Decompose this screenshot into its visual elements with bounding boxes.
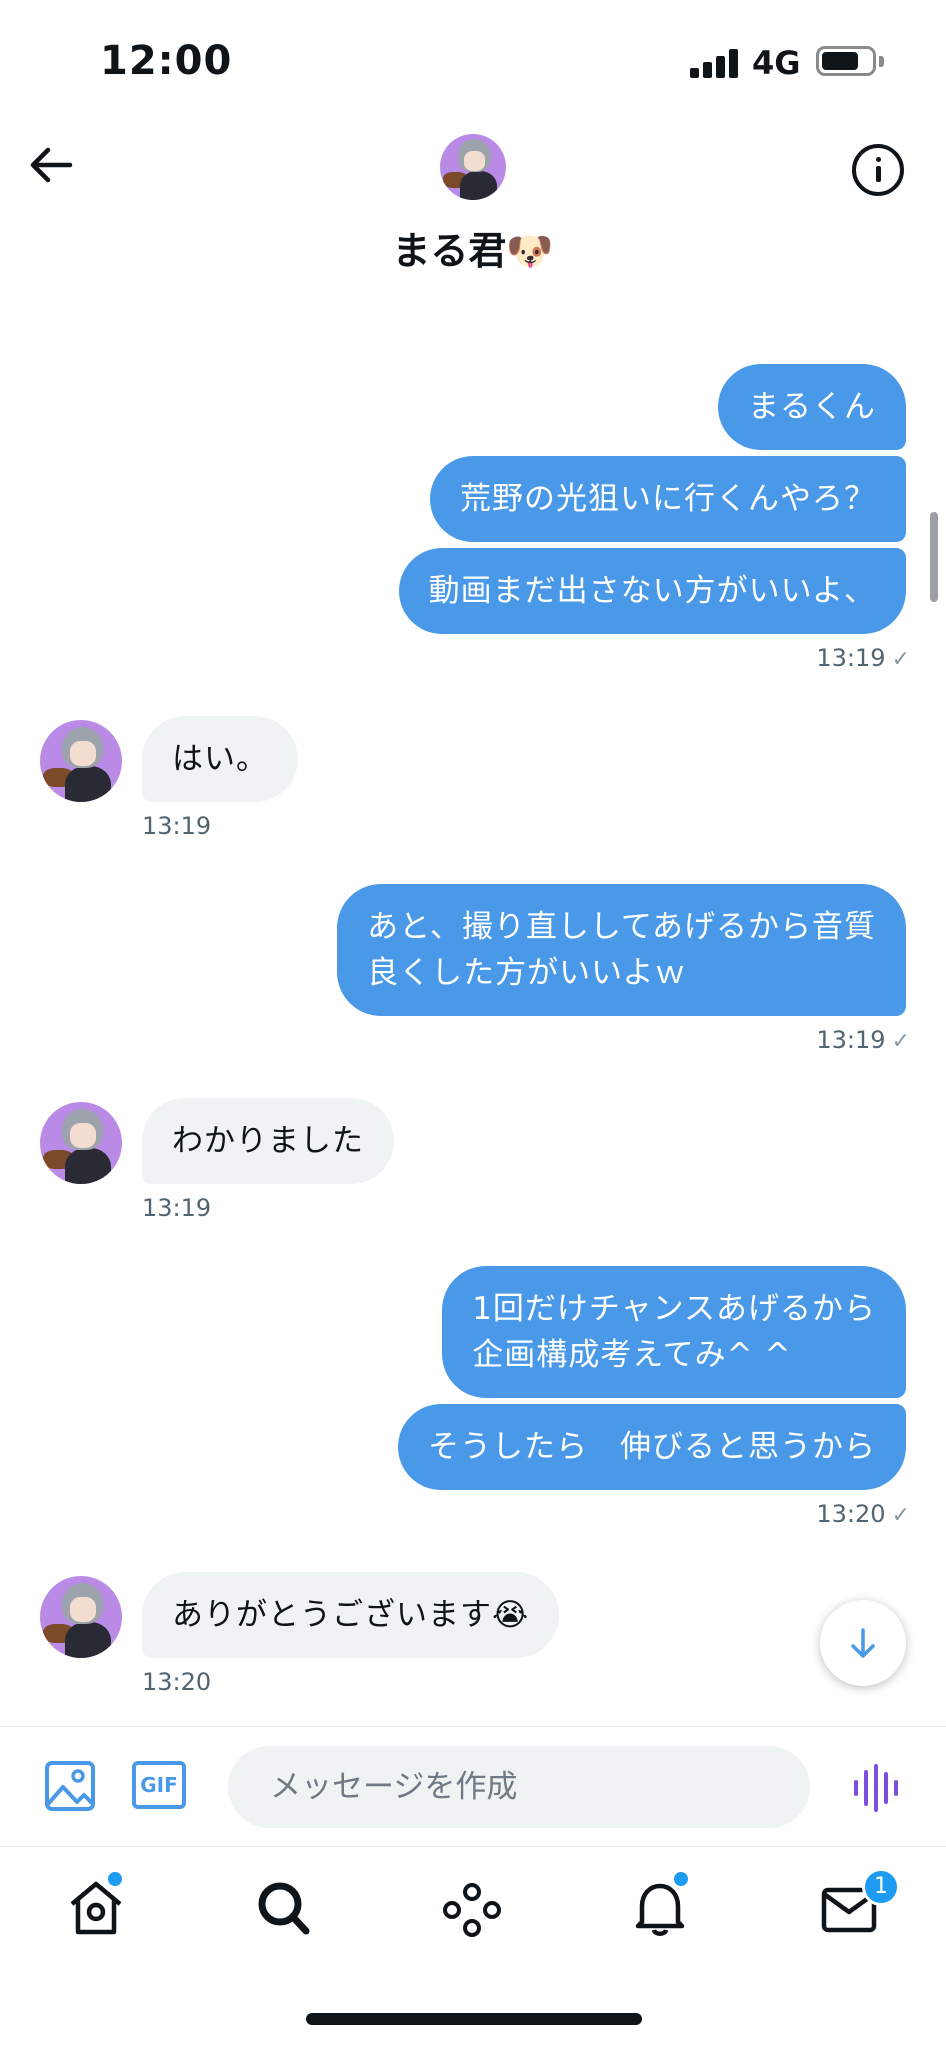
message-line: 企画構成考えてみ^ ^ [472,1337,792,1373]
network-type: 4G [752,44,801,82]
message-timestamp: 13:19 [142,1194,212,1222]
tab-notifications[interactable] [628,1878,692,1938]
incoming-message[interactable]: はい。 [142,716,298,802]
message-timestamp: 13:20 ✓ [816,1500,910,1528]
scroll-down-button[interactable] [820,1600,906,1686]
message-line: あと、撮り直ししてあげるから音質 [367,909,876,945]
status-time: 12:00 [100,38,233,84]
sent-check-icon: ✓ [891,647,910,672]
outgoing-message[interactable]: 動画まだ出さない方がいいよ、 [398,548,906,634]
outgoing-message[interactable]: 荒野の光狙いに行くんやろ？ [430,456,906,542]
notifications-dot [674,1872,688,1886]
incoming-message[interactable]: ありがとうございます😭 [142,1572,560,1658]
message-timestamp: 13:19 ✓ [816,1026,910,1054]
tab-spaces[interactable] [440,1878,504,1938]
home-indicator[interactable] [306,2013,642,2025]
home-icon [70,1881,122,1935]
signal-icon [690,48,740,78]
battery-nub [879,56,884,67]
scrollbar[interactable] [930,512,938,602]
image-icon[interactable] [44,1760,96,1812]
message-timestamp: 13:19 ✓ [816,644,910,672]
spaces-icon [443,1883,501,1937]
info-icon[interactable] [852,144,904,196]
gif-icon[interactable]: GIF [132,1761,186,1809]
voice-icon[interactable] [852,1764,900,1812]
outgoing-message[interactable]: そうしたら 伸びると思うから [398,1404,906,1490]
outgoing-message[interactable]: あと、撮り直ししてあげるから音質 良くした方がいいよｗ [337,884,906,1016]
message-input[interactable] [228,1746,810,1828]
incoming-message[interactable]: わかりました [142,1098,394,1184]
home-notification-dot [108,1872,122,1886]
sender-avatar[interactable] [40,1576,122,1658]
search-icon [258,1882,310,1935]
arrow-down-icon [851,1628,875,1658]
header-avatar[interactable] [440,134,506,200]
bell-icon [635,1883,685,1936]
sent-check-icon: ✓ [891,1029,910,1054]
message-timestamp: 13:19 [142,812,212,840]
sent-check-icon: ✓ [891,1503,910,1528]
outgoing-message[interactable]: まるくん [718,364,906,450]
tab-home[interactable] [64,1878,128,1938]
outgoing-message[interactable]: 1回だけチャンスあげるから 企画構成考えてみ^ ^ [442,1266,906,1398]
message-line: 1回だけチャンスあげるから [472,1291,876,1327]
conversation-title[interactable]: まる君🐶 [0,220,946,275]
status-bar: 12:00 4G [0,0,946,120]
tab-search[interactable] [252,1878,316,1938]
message-line: 良くした方がいいよｗ [367,955,687,991]
sender-avatar[interactable] [40,1102,122,1184]
messages-count-badge: 1 [862,1868,900,1906]
sender-avatar[interactable] [40,720,122,802]
back-arrow-icon[interactable] [26,140,76,190]
battery-icon [816,46,876,76]
message-timestamp: 13:20 [142,1668,212,1696]
